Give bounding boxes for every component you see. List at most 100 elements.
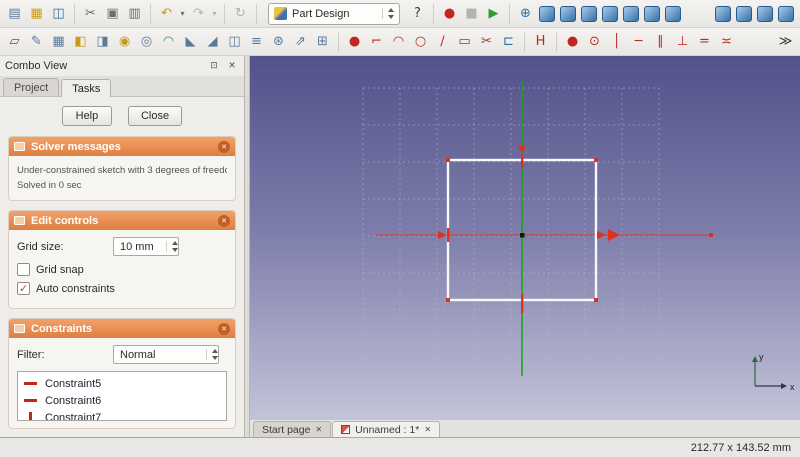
macro-record-icon[interactable]: ● (439, 3, 460, 24)
toolbar-overflow-icon[interactable]: ≫ (775, 31, 796, 52)
save-icon[interactable]: ◫ (48, 3, 69, 24)
constraint-perpendicular-icon[interactable]: ⊥ (672, 31, 693, 52)
mirrored-icon[interactable]: ◫ (224, 31, 245, 52)
constraint-horizontal-icon (22, 399, 38, 402)
whats-this-icon[interactable]: ? (407, 3, 428, 24)
cut-icon[interactable]: ✂ (80, 3, 101, 24)
panel-float-icon[interactable]: ⊡ (207, 59, 221, 73)
solver-messages-body: Under-constrained sketch with 3 degrees … (9, 156, 235, 200)
axis-cross: x y (752, 352, 795, 392)
draft-icon[interactable]: ◢ (202, 31, 223, 52)
workbench-selector[interactable]: Part Design (268, 2, 400, 25)
constraint-horizontal-distance-icon[interactable]: H (530, 31, 551, 52)
pocket-icon[interactable]: ◨ (92, 31, 113, 52)
polar-pattern-icon[interactable]: ⊛ (268, 31, 289, 52)
constraint-coincident-icon[interactable]: ● (562, 31, 583, 52)
tab-tasks[interactable]: Tasks (61, 79, 112, 97)
fillet-icon[interactable]: ◠ (158, 31, 179, 52)
constraint-vertical-icon[interactable]: │ (606, 31, 627, 52)
revolution-icon[interactable]: ◉ (114, 31, 135, 52)
linear-pattern-icon[interactable]: ≡ (246, 31, 267, 52)
create-sketch-icon[interactable]: ▱ (4, 31, 25, 52)
map-sketch-icon[interactable]: ▦ (48, 31, 69, 52)
filter-select[interactable]: Normal (113, 345, 219, 364)
arc-icon[interactable]: ◠ (388, 31, 409, 52)
section-collapse-icon[interactable]: ✕ (218, 214, 230, 227)
view-trimetric-icon[interactable] (757, 5, 773, 22)
toolbar-separator (256, 3, 257, 24)
view-isometric-icon[interactable] (715, 5, 731, 22)
3d-viewport[interactable]: x y (250, 56, 800, 420)
groove-icon[interactable]: ◎ (136, 31, 157, 52)
constraint-list-item[interactable]: Constraint5 (22, 375, 222, 392)
section-collapse-icon[interactable]: ✕ (218, 140, 230, 153)
constraint-parallel-icon[interactable]: ∥ (650, 31, 671, 52)
pad-icon[interactable]: ◧ (70, 31, 91, 52)
close-icon[interactable]: ✕ (315, 425, 322, 434)
view-right-icon[interactable] (602, 5, 618, 22)
new-file-icon[interactable]: ▤ (4, 3, 25, 24)
close-icon[interactable]: ✕ (424, 425, 431, 434)
tab-start-page[interactable]: Start page ✕ (253, 421, 332, 437)
paste-icon[interactable]: ▥ (124, 3, 145, 24)
view-axonometric-icon[interactable] (539, 5, 555, 22)
view-top-icon[interactable] (581, 5, 597, 22)
constraint-list-item[interactable]: Constraint6 (22, 392, 222, 409)
open-file-icon[interactable]: ▦ (26, 3, 47, 24)
auto-constraints-label: Auto constraints (36, 282, 115, 295)
line-icon[interactable]: ∕ (432, 31, 453, 52)
constraint-horizontal-icon[interactable]: ─ (628, 31, 649, 52)
fit-all-icon[interactable]: ⊕ (515, 3, 536, 24)
auto-constraints-checkbox[interactable] (17, 282, 30, 295)
external-geometry-icon[interactable]: ⊏ (498, 31, 519, 52)
undo-menu-icon[interactable]: ▾ (178, 3, 187, 24)
close-button[interactable]: Close (127, 106, 183, 126)
panel-close-icon[interactable]: ✕ (225, 59, 239, 73)
section-collapse-icon[interactable]: ✕ (218, 322, 230, 335)
scaled-icon[interactable]: ⇗ (290, 31, 311, 52)
origin-point[interactable] (520, 233, 525, 238)
edit-controls-header: Edit controls ✕ (9, 211, 235, 230)
constraint-symmetric-icon[interactable]: ≍ (716, 31, 737, 52)
filter-spinner[interactable] (206, 349, 218, 360)
content-area: Combo View ⊡ ✕ Project Tasks Help Close … (0, 56, 800, 437)
constraint-list-item[interactable]: Constraint7 (22, 409, 222, 420)
grid-size-spinner[interactable] (166, 241, 178, 252)
redo-icon[interactable]: ↷ (188, 3, 209, 24)
toolbar-sketcher: ▱ ✎ ▦ ◧ ◨ ◉ ◎ ◠ ◣ ◢ ◫ ≡ ⊛ ⇗ ⊞ ● ⌐ ◠ ○ ∕ … (0, 28, 800, 56)
copy-icon[interactable]: ▣ (102, 3, 123, 24)
macro-play-icon[interactable]: ▶ (483, 3, 504, 24)
tab-unnamed-document[interactable]: Unnamed : 1* ✕ (332, 421, 441, 437)
polyline-icon[interactable]: ⌐ (366, 31, 387, 52)
redo-menu-icon[interactable]: ▾ (210, 3, 219, 24)
grid-snap-checkbox[interactable] (17, 263, 30, 276)
filter-row: Filter: Normal (17, 345, 227, 364)
edit-controls-body: Grid size: 10 mm Grid snap ✓ Auto constr… (9, 230, 235, 308)
edit-sketch-icon[interactable]: ✎ (26, 31, 47, 52)
constraint-equal-icon[interactable]: = (694, 31, 715, 52)
view-front-icon[interactable] (560, 5, 576, 22)
constraint-point-on-object-icon[interactable]: ⊙ (584, 31, 605, 52)
refresh-icon[interactable]: ↻ (230, 3, 251, 24)
tab-project[interactable]: Project (3, 78, 60, 96)
view-bottom-icon[interactable] (644, 5, 660, 22)
view-home-icon[interactable] (778, 5, 794, 22)
multitransform-icon[interactable]: ⊞ (312, 31, 333, 52)
rectangle-icon[interactable]: ▭ (454, 31, 475, 52)
chamfer-icon[interactable]: ◣ (180, 31, 201, 52)
toolbar-separator (74, 3, 75, 24)
view-left-icon[interactable] (665, 5, 681, 22)
combo-view-panel: Combo View ⊡ ✕ Project Tasks Help Close … (0, 56, 244, 437)
undo-icon[interactable]: ↶ (156, 3, 177, 24)
toolbar-standard: ▤ ▦ ◫ ✂ ▣ ▥ ↶ ▾ ↷ ▾ ↻ Part Design ? ● ■ … (0, 0, 800, 28)
grid-size-select[interactable]: 10 mm (113, 237, 179, 256)
view-dimetric-icon[interactable] (736, 5, 752, 22)
macro-stop-icon[interactable]: ■ (461, 3, 482, 24)
point-icon[interactable]: ● (344, 31, 365, 52)
circle-icon[interactable]: ○ (410, 31, 431, 52)
help-button[interactable]: Help (61, 106, 112, 126)
constraint-list[interactable]: Constraint5 Constraint6 Constraint7 (17, 371, 227, 421)
trim-icon[interactable]: ✂ (476, 31, 497, 52)
view-rear-icon[interactable] (623, 5, 639, 22)
workbench-spinner[interactable] (382, 8, 394, 19)
